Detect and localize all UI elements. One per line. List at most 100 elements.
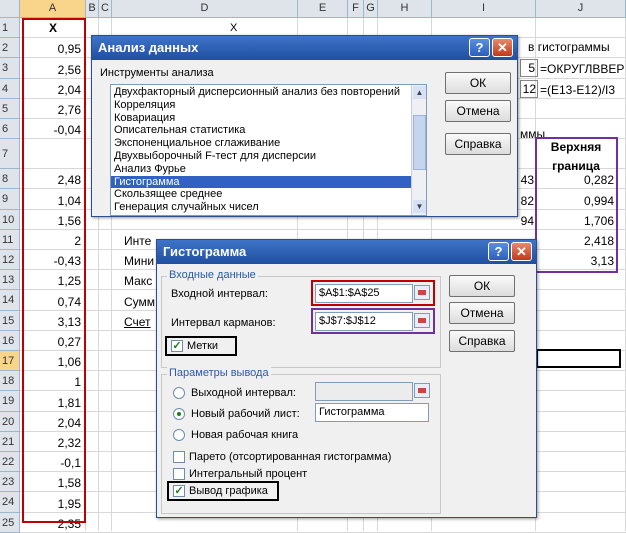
help-icon[interactable]: ? [469,38,490,57]
help-icon[interactable]: ? [488,242,509,261]
chart-output-checkbox[interactable]: ✓ [173,485,185,497]
tool-list-item[interactable]: Генерация случайных чисел [111,201,411,214]
row-header-20[interactable]: 20 [0,411,20,432]
cell-h4-num[interactable]: 12 [520,80,538,98]
row-header-7[interactable]: 7 [0,139,20,170]
new-sheet-radio[interactable] [173,408,185,420]
row-header-21[interactable]: 21 [0,431,20,452]
cell-h3-formula[interactable]: =ОКРУГЛВВЕР [540,62,624,76]
scroll-up-icon[interactable]: ▲ [413,86,426,99]
cumulative-checkbox[interactable] [173,468,185,480]
analysis-help-button[interactable]: Справка [445,133,511,155]
row-header-10[interactable]: 10 [0,209,20,230]
cell-h3-num[interactable]: 5 [520,59,538,77]
column-header-i[interactable]: I [432,0,536,18]
row-header-12[interactable]: 12 [0,250,20,271]
column-header-g[interactable]: G [364,0,378,18]
tool-list-item[interactable]: Гистограмма [111,175,411,189]
bin-range-field[interactable]: $J$7:$J$12 [315,312,413,331]
row-header-23[interactable]: 23 [0,472,20,493]
tool-list-item[interactable]: Ковариация [111,112,411,125]
cell-d11[interactable]: Инте [124,234,151,248]
select-all-corner[interactable] [0,0,20,18]
tool-list-item[interactable]: Двухфакторный дисперсионный анализ без п… [111,86,411,99]
row-header-22[interactable]: 22 [0,452,20,473]
collapse-dialog-icon[interactable] [414,383,430,398]
column-header-h[interactable]: H [378,0,432,18]
data-range-highlight [22,18,86,523]
new-book-label: Новая рабочая книга [191,429,299,441]
close-icon[interactable]: ✕ [492,38,513,57]
tool-list-item[interactable]: Двухвыборочный F-тест для дисперсии [111,150,411,163]
scroll-down-icon[interactable]: ▼ [413,200,426,213]
labels-checkbox[interactable]: ✓ [171,340,183,352]
new-sheet-label: Новый рабочий лист: [191,408,300,420]
row-header-18[interactable]: 18 [0,371,20,392]
pareto-checkbox[interactable] [173,451,185,463]
column-header-c[interactable]: C [99,0,112,18]
collapse-dialog-icon[interactable] [414,313,430,328]
new-sheet-field[interactable]: Гистограмма [315,403,429,422]
analysis-cancel-button[interactable]: Отмена [445,100,511,122]
bin-range-highlight [535,137,618,273]
tool-list-item[interactable]: Экспоненциальное сглаживание [111,137,411,150]
output-range-radio[interactable] [173,387,185,399]
histogram-cancel-button[interactable]: Отмена [449,302,515,324]
analysis-dialog-title: Анализ данных [92,36,517,60]
new-book-radio[interactable] [173,429,185,441]
tools-scrollbar[interactable]: ▲ ▼ [411,85,426,215]
row-header-16[interactable]: 16 [0,330,20,351]
row-header-2[interactable]: 2 [0,38,20,59]
tools-label: Инструменты анализа [100,67,214,79]
cell-h4-formula[interactable]: =(E13-E12)/I3 [540,83,615,97]
cell-d14[interactable]: Сумм [124,295,155,309]
collapse-dialog-icon[interactable] [414,285,430,300]
tool-list-item[interactable]: Корреляция [111,99,411,112]
row-header-5[interactable]: 5 [0,98,20,119]
row-header-15[interactable]: 15 [0,310,20,331]
close-icon[interactable]: ✕ [511,242,532,261]
input-range-label: Входной интервал: [171,288,268,300]
cell-d12[interactable]: Мини [124,254,154,268]
cell-d1[interactable]: X [230,22,237,34]
row-header-25[interactable]: 25 [0,512,20,533]
column-header-f[interactable]: F [348,0,364,18]
input-range-field[interactable]: $A$1:$A$25 [315,284,413,303]
row-header-4[interactable]: 4 [0,78,20,99]
row-header-13[interactable]: 13 [0,270,20,291]
row-header-9[interactable]: 9 [0,189,20,210]
chart-output-label: Вывод графика [189,485,268,497]
row-header-14[interactable]: 14 [0,290,20,311]
pareto-label: Парето (отсортированная гистограмма) [189,451,392,463]
row-header-17[interactable]: 17 [0,351,20,372]
row-header-1[interactable]: 1 [0,18,20,39]
column-header-j[interactable]: J [536,0,626,18]
column-header-d[interactable]: D [112,0,298,18]
tool-list-item[interactable]: Описательная статистика [111,124,411,137]
row-header-24[interactable]: 24 [0,492,20,513]
histogram-ok-button[interactable]: ОК [449,275,515,297]
output-range-field[interactable] [315,382,413,401]
column-header-b[interactable]: B [86,0,99,18]
scroll-thumb[interactable] [413,115,426,170]
row-header-19[interactable]: 19 [0,391,20,412]
histogram-help-button[interactable]: Справка [449,330,515,352]
row-header-3[interactable]: 3 [0,58,20,79]
active-cell[interactable] [536,349,621,368]
tool-list-item[interactable]: Анализ Фурье [111,163,411,176]
tools-listbox[interactable]: Двухфакторный дисперсионный анализ без п… [110,84,427,216]
input-group-label: Входные данные [167,269,258,281]
row-header-6[interactable]: 6 [0,119,20,140]
cell-d15[interactable]: Счет [124,315,151,329]
row-header-11[interactable]: 11 [0,229,20,250]
column-header-e[interactable]: E [298,0,348,18]
cell-d13[interactable]: Макс [124,274,152,288]
column-header-a[interactable]: A [20,0,86,18]
analysis-ok-button[interactable]: ОК [445,72,511,94]
cumulative-label: Интегральный процент [189,468,308,480]
tool-list-item[interactable]: Скользящее среднее [111,188,411,201]
histogram-dialog: Гистограмма ? ✕ Входные данные Входной и… [156,239,537,518]
cell-h2[interactable]: в гистограммы [528,40,610,54]
bin-range-label: Интервал карманов: [171,317,276,329]
row-header-8[interactable]: 8 [0,169,20,190]
